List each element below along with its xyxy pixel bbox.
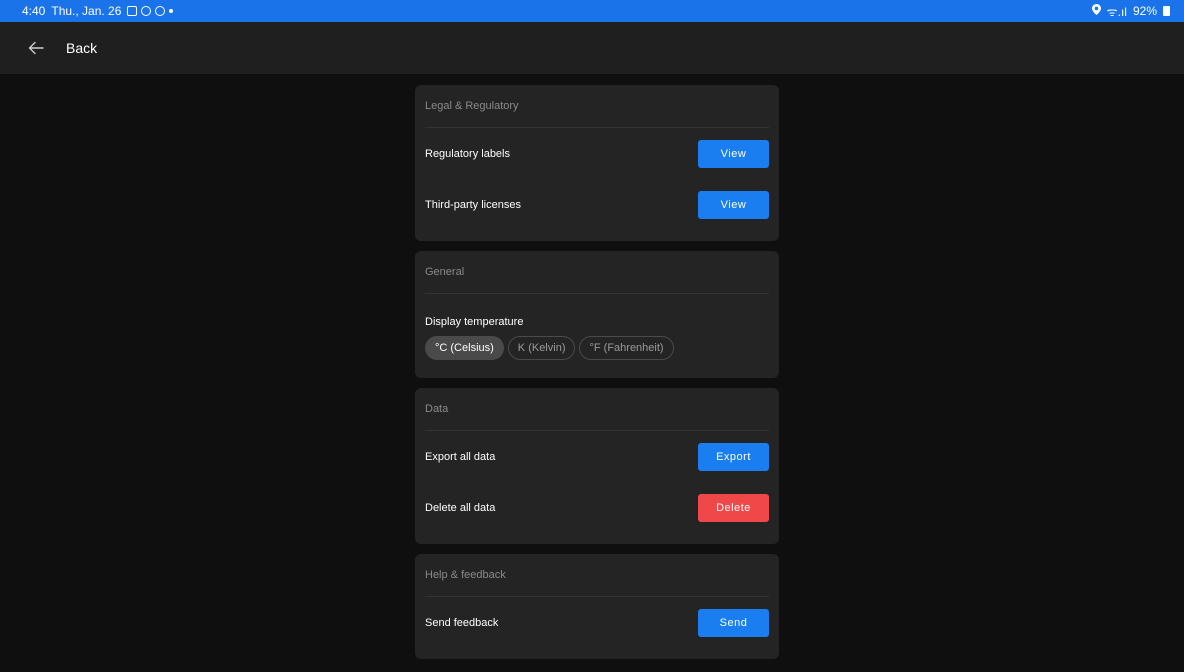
row-label: Delete all data [425, 501, 496, 514]
app-bar: Back [0, 22, 1184, 74]
section-title: Legal & Regulatory [425, 85, 769, 128]
row-label: Export all data [425, 450, 496, 463]
export-data-row: Export all data Export [425, 431, 769, 482]
help-feedback-card: Help & feedback Send feedback Send [415, 554, 779, 659]
status-right: ᯤ.ıl 92% [1091, 3, 1170, 20]
arrow-left-icon[interactable] [26, 38, 46, 58]
gallery-icon [127, 6, 138, 16]
section-title: Help & feedback [425, 554, 769, 597]
display-temperature-label: Display temperature [425, 316, 524, 328]
export-button[interactable]: Export [698, 442, 769, 471]
third-party-licenses-row: Third-party licenses View [425, 179, 769, 230]
section-title: General [425, 251, 769, 294]
general-card: General Display temperature °C (Celsius)… [415, 251, 779, 378]
view-third-party-licenses-button[interactable]: View [698, 190, 769, 219]
status-date: Thu., Jan. 26 [51, 4, 122, 18]
wifi-signal-icon: ᯤ.ıl [1106, 4, 1127, 19]
section-title: Data [425, 388, 769, 431]
celsius-option[interactable]: °C (Celsius) [425, 336, 504, 360]
row-label: Send feedback [425, 616, 499, 629]
status-left: 4:40 Thu., Jan. 26 [22, 4, 174, 18]
battery-icon [1163, 6, 1170, 16]
sync-icon [155, 6, 166, 16]
more-notifications-dot-icon [169, 9, 174, 13]
status-time: 4:40 [22, 4, 46, 18]
notification-icons [127, 6, 174, 16]
fahrenheit-option[interactable]: °F (Fahrenheit) [579, 336, 674, 360]
send-feedback-row: Send feedback Send [425, 597, 769, 648]
delete-data-row: Delete all data Delete [425, 482, 769, 533]
row-label: Third-party licenses [425, 198, 521, 211]
regulatory-labels-row: Regulatory labels View [425, 128, 769, 179]
delete-button[interactable]: Delete [698, 493, 769, 522]
status-bar: 4:40 Thu., Jan. 26 ᯤ.ıl 92% [0, 0, 1184, 22]
back-button[interactable]: Back [66, 40, 97, 56]
row-label: Regulatory labels [425, 147, 510, 160]
send-feedback-button[interactable]: Send [698, 608, 769, 637]
settings-notification-icon [141, 6, 152, 16]
data-card: Data Export all data Export Delete all d… [415, 388, 779, 544]
temperature-unit-selector: °C (Celsius) K (Kelvin) °F (Fahrenheit) [425, 328, 769, 370]
settings-content: Legal & Regulatory Regulatory labels Vie… [0, 74, 1184, 672]
battery-percent: 92% [1132, 4, 1157, 18]
kelvin-option[interactable]: K (Kelvin) [507, 336, 576, 360]
legal-regulatory-card: Legal & Regulatory Regulatory labels Vie… [415, 85, 779, 241]
location-icon [1091, 4, 1101, 18]
view-regulatory-labels-button[interactable]: View [698, 139, 769, 168]
